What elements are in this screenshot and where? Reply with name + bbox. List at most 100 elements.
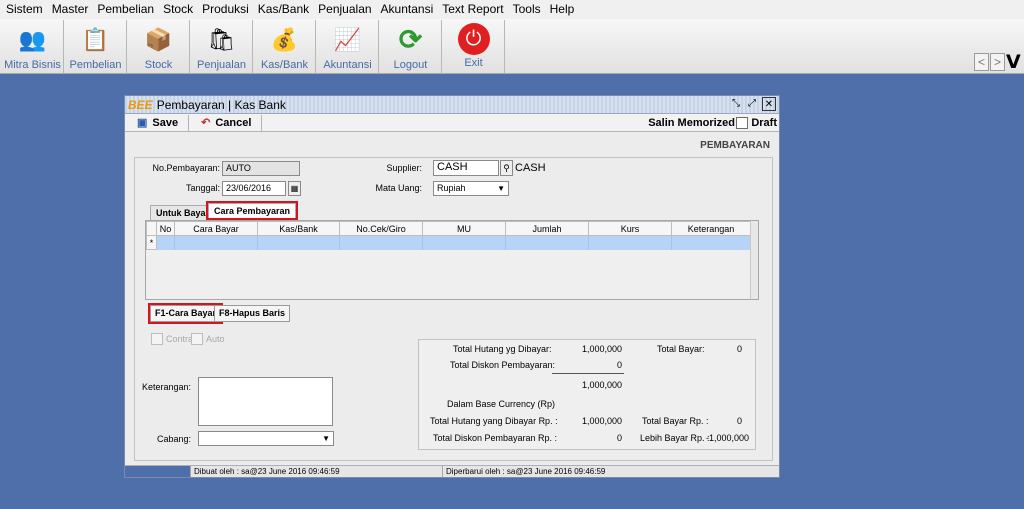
col-mu[interactable]: MU (422, 221, 506, 236)
supplier-field[interactable]: CASH (433, 160, 499, 176)
mata-uang-label: Mata Uang: (375, 183, 422, 193)
tanggal-field[interactable]: 23/06/2016 (222, 181, 286, 196)
sales-icon: 🛍 (207, 27, 236, 52)
auto-label: Auto (206, 334, 225, 344)
nav-prev-button[interactable]: < (974, 53, 989, 71)
toolbar-label: Akuntansi (323, 59, 372, 71)
menu-sistem[interactable]: Sistem (3, 0, 49, 19)
cell-mu[interactable] (422, 235, 506, 250)
search-icon[interactable]: ⚲ (500, 160, 513, 176)
exit-button[interactable]: ⏻ Exit (443, 20, 505, 73)
keterangan-label: Keterangan: (141, 382, 191, 392)
mata-uang-select[interactable]: Rupiah ▼ (433, 181, 509, 196)
status-indicator (125, 466, 191, 477)
diskon-rp-label: Total Diskon Pembayaran Rp. : (433, 433, 558, 443)
akuntansi-button[interactable]: 📈 Akuntansi (317, 20, 379, 73)
table-row[interactable]: * (146, 235, 751, 250)
toolbar-label: Logout (393, 59, 428, 71)
window-title: Pembayaran | Kas Bank (156, 97, 286, 112)
restore-icon[interactable]: ⤡ (729, 97, 743, 111)
diskon-rp-value: 0 (616, 433, 622, 443)
col-no[interactable]: No (156, 221, 175, 236)
exit-icon: ⏻ (457, 23, 490, 55)
mata-uang-value: Rupiah (437, 183, 466, 193)
cabang-select[interactable]: ▼ (198, 431, 334, 446)
cell-jumlah[interactable] (505, 235, 589, 250)
section-label: PEMBAYARAN (700, 140, 770, 151)
total-diskon-label: Total Diskon Pembayaran: (450, 360, 556, 370)
menu-pembelian[interactable]: Pembelian (94, 0, 160, 19)
menu-akuntansi[interactable]: Akuntansi (378, 0, 440, 19)
cell-no-cek-giro[interactable] (339, 235, 423, 250)
status-updated: Diperbarui oleh : sa@23 June 2016 09:46:… (446, 467, 606, 476)
salin-memorized-button[interactable]: Salin Memorized (648, 117, 735, 129)
close-icon[interactable]: ✕ (762, 97, 776, 111)
contra-checkbox[interactable]: Contra (151, 333, 193, 345)
col-cara-bayar[interactable]: Cara Bayar (174, 221, 258, 236)
hutang-rp-value: 1,000,000 (581, 416, 622, 426)
status-bar: Dibuat oleh : sa@23 June 2016 09:46:59 D… (125, 465, 779, 477)
menu-master[interactable]: Master (49, 0, 95, 19)
col-no-cek-giro[interactable]: No.Cek/Giro (339, 221, 423, 236)
cancel-button[interactable]: ↶ Cancel (189, 114, 263, 131)
toolbar-label: Exit (464, 57, 483, 69)
accounting-icon: 📈 (333, 27, 362, 52)
col-keterangan[interactable]: Keterangan (671, 221, 751, 236)
total-bayar-label: Total Bayar: (657, 344, 705, 354)
toolbar-label: Mitra Bisnis (4, 59, 61, 71)
menu-produksi[interactable]: Produksi (199, 0, 255, 19)
grid-scrollbar[interactable] (750, 221, 758, 299)
cell-kas-bank[interactable] (257, 235, 340, 250)
cell-cara-bayar[interactable] (174, 235, 258, 250)
cell-keterangan[interactable] (671, 235, 751, 250)
save-button[interactable]: ▣ Save (125, 114, 190, 131)
col-kurs[interactable]: Kurs (588, 221, 672, 236)
total-diskon-value: 0 (616, 360, 622, 370)
floppy-disk-icon: ▣ (137, 117, 148, 129)
toolbar-label: Stock (144, 59, 173, 71)
menu-tools[interactable]: Tools (510, 0, 547, 19)
hapus-baris-button[interactable]: F8-Hapus Baris (214, 305, 291, 322)
draft-checkbox[interactable]: Draft (736, 117, 777, 129)
summary-panel: Total Hutang yg Dibayar: 1,000,000 Total… (418, 339, 756, 450)
menu-stock[interactable]: Stock (160, 0, 199, 19)
auto-checkbox[interactable]: Auto (191, 333, 225, 345)
cara-bayar-button[interactable]: F1-Cara Bayar (147, 303, 224, 324)
bayar-rp-label: Total Bayar Rp. : (642, 416, 709, 426)
pembelian-button[interactable]: 📋 Pembelian (65, 20, 127, 73)
hutang-rp-label: Total Hutang yang Dibayar Rp. : (430, 416, 558, 426)
menu-text-report[interactable]: Text Report (439, 0, 509, 19)
col-jumlah[interactable]: Jumlah (505, 221, 589, 236)
supplier-label: Supplier: (386, 163, 422, 173)
window-titlebar[interactable]: BEE Pembayaran | Kas Bank ⤡ ⤢ ✕ (125, 96, 779, 114)
total-hutang-value: 1,000,000 (581, 344, 622, 354)
cell-kurs[interactable] (588, 235, 672, 250)
contra-checkbox-box[interactable] (151, 333, 163, 345)
stock-button[interactable]: 📦 Stock (128, 20, 190, 73)
keterangan-textarea[interactable] (198, 377, 333, 426)
mitra-bisnis-button[interactable]: 👥 Mitra Bisnis (2, 20, 64, 73)
maximize-icon[interactable]: ⤢ (745, 97, 759, 111)
draft-checkbox-box[interactable] (736, 117, 749, 129)
kas-bank-button[interactable]: 💰 Kas/Bank (254, 20, 316, 73)
cell-no[interactable] (156, 235, 175, 250)
auto-checkbox-box[interactable] (191, 333, 203, 345)
menu-kas-bank[interactable]: Kas/Bank (255, 0, 315, 19)
col-kas-bank[interactable]: Kas/Bank (257, 221, 340, 236)
bayar-rp-value: 0 (736, 416, 742, 426)
menu-penjualan[interactable]: Penjualan (315, 0, 377, 19)
menu-help[interactable]: Help (547, 0, 581, 19)
payment-grid[interactable]: No Cara Bayar Kas/Bank No.Cek/Giro MU Ju… (145, 220, 759, 300)
new-row-marker: * (146, 235, 157, 250)
penjualan-button[interactable]: 🛍 Penjualan (191, 20, 253, 73)
tab-untuk-bayar[interactable]: Untuk Bayar (150, 205, 216, 220)
stock-icon: 📦 (144, 27, 173, 52)
subtotal-value: 1,000,000 (581, 380, 622, 390)
chevron-down-icon: ▼ (322, 434, 330, 443)
nav-next-button[interactable]: > (990, 53, 1005, 71)
no-pembayaran-field: AUTO (222, 161, 300, 176)
toolbar-label: Kas/Bank (260, 59, 309, 71)
calendar-icon[interactable]: ▦ (288, 181, 301, 196)
tab-cara-pembayaran[interactable]: Cara Pembayaran (205, 201, 299, 220)
logout-button[interactable]: ⟳ Logout (380, 20, 442, 73)
